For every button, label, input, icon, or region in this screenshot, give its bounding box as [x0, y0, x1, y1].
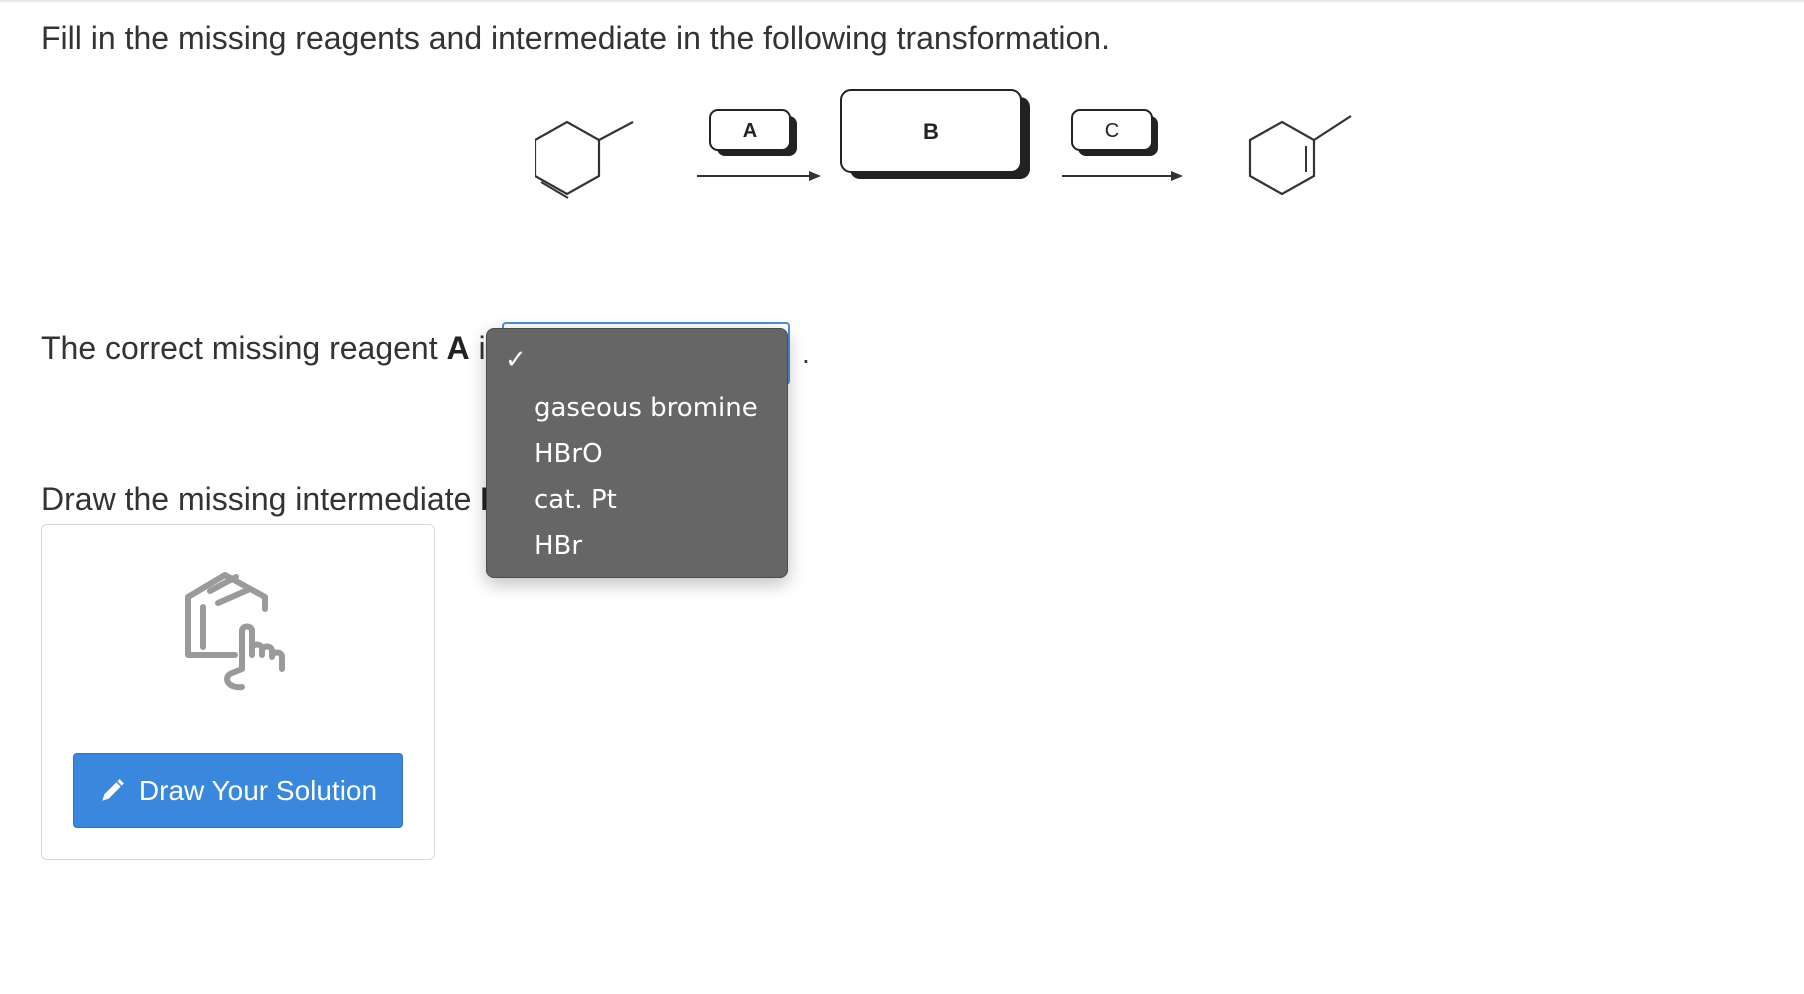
label-c: C	[1105, 120, 1119, 142]
reagent-question: The correct missing reagent A is	[41, 330, 502, 367]
reaction-arrow-c: C	[1062, 109, 1183, 181]
reagent-question-text: The correct missing reagent	[41, 330, 447, 366]
label-a: A	[743, 120, 757, 142]
dropdown-option-hbro[interactable]: HBrO	[534, 439, 603, 469]
draw-question: Draw the missing intermediate B	[41, 481, 503, 518]
dropdown-option-gaseous-bromine[interactable]: gaseous bromine	[534, 393, 758, 423]
dropdown-option-cat-pt[interactable]: cat. Pt	[534, 485, 617, 515]
starting-material-structure	[535, 120, 634, 199]
intermediate-box-b: B	[840, 89, 1030, 179]
question-prompt: Fill in the missing reagents and interme…	[41, 20, 1110, 56]
draw-button-label: Draw Your Solution	[138, 774, 378, 806]
sentence-period: .	[802, 338, 810, 369]
label-b: B	[923, 119, 939, 144]
dropdown-option-hbr[interactable]: HBr	[534, 531, 582, 561]
reagent-dropdown-menu[interactable]: ✓ gaseous bromine HBrO cat. Pt HBr	[486, 328, 788, 578]
reaction-scheme: A B C	[535, 89, 1352, 199]
product-structure	[1248, 115, 1352, 196]
selected-check-icon: ✓	[505, 345, 527, 375]
reaction-arrow-a: A	[697, 109, 821, 181]
reagent-question-bold: A	[446, 330, 470, 366]
molecule-hand-icon	[185, 572, 285, 691]
draw-your-solution-button[interactable]: Draw Your Solution	[73, 753, 403, 828]
pencil-icon	[102, 778, 124, 801]
draw-question-text: Draw the missing intermediate	[41, 481, 481, 517]
draw-solution-card: Draw Your Solution	[41, 524, 435, 860]
top-border	[0, 0, 1804, 4]
